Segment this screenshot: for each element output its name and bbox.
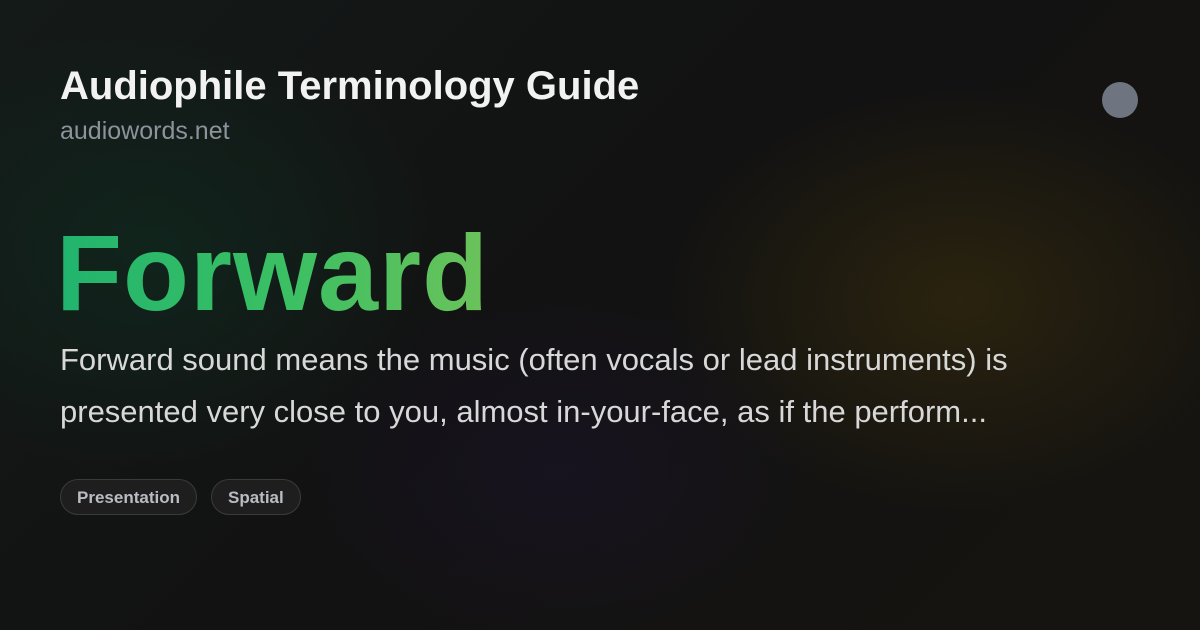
tag-list: Presentation Spatial	[60, 479, 301, 515]
site-domain: audiowords.net	[60, 117, 230, 145]
og-card: Audiophile Terminology Guide audiowords.…	[0, 0, 1200, 630]
term-heading: Forward	[56, 212, 490, 333]
tag-spatial[interactable]: Spatial	[210, 479, 301, 515]
site-title: Audiophile Terminology Guide	[60, 64, 640, 108]
avatar-dot-icon	[1102, 82, 1138, 118]
tag-presentation[interactable]: Presentation	[60, 479, 197, 515]
term-definition: Forward sound means the music (often voc…	[60, 342, 1008, 429]
